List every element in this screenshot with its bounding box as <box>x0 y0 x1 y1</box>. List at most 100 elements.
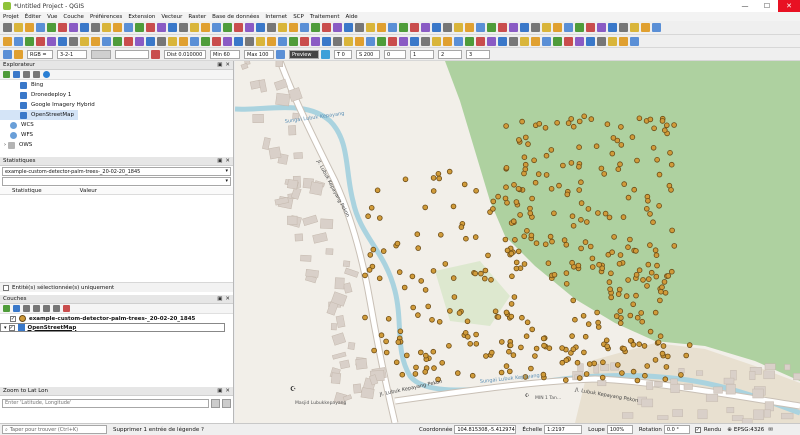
menu-vecteur[interactable]: Vecteur <box>161 14 182 20</box>
layer-row-osm[interactable]: ▾ ✓ OpenStreetMap <box>0 323 225 332</box>
palm-tree-point[interactable] <box>377 215 383 221</box>
toolbar-tool-icon[interactable] <box>14 23 23 32</box>
toolbar-tool-icon[interactable] <box>399 23 408 32</box>
band-set-field[interactable] <box>91 50 111 59</box>
palm-tree-point[interactable] <box>513 199 520 205</box>
palm-tree-point[interactable] <box>664 353 671 360</box>
palm-tree-point[interactable] <box>570 297 577 304</box>
toolbar-tool-icon[interactable] <box>212 37 221 46</box>
palm-tree-point[interactable] <box>582 239 589 245</box>
palm-tree-point[interactable] <box>515 248 522 255</box>
toolbar-tool-icon[interactable] <box>333 23 342 32</box>
palm-tree-point[interactable] <box>659 118 666 124</box>
palm-tree-point[interactable] <box>521 154 528 160</box>
palm-tree-point[interactable] <box>425 303 432 310</box>
palm-tree-point[interactable] <box>371 347 377 354</box>
close-icon[interactable]: ✕ <box>225 158 230 164</box>
palm-tree-point[interactable] <box>540 371 547 378</box>
palm-tree-point[interactable] <box>642 372 648 379</box>
palm-tree-point[interactable] <box>661 279 668 285</box>
palm-tree-point[interactable] <box>633 248 639 254</box>
palm-tree-point[interactable] <box>561 237 568 243</box>
palm-tree-point[interactable] <box>511 182 517 188</box>
palm-tree-point[interactable] <box>589 255 596 262</box>
layer-visibility-checkbox[interactable]: ✓ <box>8 324 15 331</box>
palm-tree-point[interactable] <box>401 284 408 291</box>
palm-tree-point[interactable] <box>504 200 510 206</box>
palm-tree-point[interactable] <box>418 278 425 284</box>
palm-tree-point[interactable] <box>451 294 458 300</box>
float-icon[interactable]: ▣ <box>217 388 222 394</box>
filter-icon[interactable] <box>23 71 30 78</box>
filter-icon[interactable] <box>33 305 40 312</box>
toolbar-tool-icon[interactable] <box>454 23 463 32</box>
toolbar-tool-icon[interactable] <box>542 37 551 46</box>
palm-tree-point[interactable] <box>450 275 457 281</box>
explorer-item-ows[interactable]: › OWS <box>0 140 233 150</box>
palm-tree-point[interactable] <box>422 369 429 375</box>
toolbar-tool-icon[interactable] <box>597 23 606 32</box>
palm-tree-point[interactable] <box>665 273 672 279</box>
palm-tree-point[interactable] <box>366 267 373 273</box>
palm-tree-point[interactable] <box>562 377 569 383</box>
palm-tree-point[interactable] <box>614 362 621 368</box>
palm-tree-point[interactable] <box>574 359 581 366</box>
toolbar-tool-icon[interactable] <box>157 23 166 32</box>
toolbar-tool-icon[interactable] <box>410 23 419 32</box>
palm-tree-point[interactable] <box>442 261 449 267</box>
palm-tree-point[interactable] <box>645 198 651 204</box>
palm-tree-point[interactable] <box>644 363 651 369</box>
toolbar-tool-icon[interactable] <box>443 23 452 32</box>
palm-tree-point[interactable] <box>506 368 513 375</box>
toolbar-tool-icon[interactable] <box>476 37 485 46</box>
palm-tree-point[interactable] <box>551 272 558 278</box>
palm-tree-point[interactable] <box>564 191 571 198</box>
palm-tree-point[interactable] <box>414 231 421 238</box>
palm-tree-point[interactable] <box>599 374 606 381</box>
palm-tree-point[interactable] <box>394 240 401 247</box>
palm-tree-point[interactable] <box>638 310 645 316</box>
menu-editer[interactable]: Éditer <box>25 14 41 20</box>
palm-tree-point[interactable] <box>668 268 675 275</box>
palm-tree-point[interactable] <box>602 210 609 217</box>
palm-tree-point[interactable] <box>647 328 654 335</box>
palm-tree-point[interactable] <box>578 179 584 185</box>
toolbar-tool-icon[interactable] <box>146 23 155 32</box>
roi-icon[interactable] <box>151 50 160 59</box>
toolbar-tool-icon[interactable] <box>366 37 375 46</box>
palm-tree-point[interactable] <box>659 284 665 291</box>
palm-tree-point[interactable] <box>606 279 613 285</box>
toolbar-tool-icon[interactable] <box>25 23 34 32</box>
palm-tree-point[interactable] <box>413 364 419 371</box>
palm-tree-point[interactable] <box>513 259 520 266</box>
palm-tree-point[interactable] <box>617 252 624 258</box>
toolbar-tool-icon[interactable] <box>256 37 265 46</box>
palm-tree-point[interactable] <box>656 171 663 178</box>
palm-tree-point[interactable] <box>621 181 628 187</box>
toolbar-tool-icon[interactable] <box>289 23 298 32</box>
min-field[interactable]: Min 60 <box>210 50 240 59</box>
palm-tree-point[interactable] <box>473 188 479 194</box>
palm-tree-point[interactable] <box>647 211 653 217</box>
palm-tree-point[interactable] <box>430 268 437 274</box>
palm-tree-point[interactable] <box>653 252 660 259</box>
menu-couche[interactable]: Couche <box>63 14 84 20</box>
magnifier-field[interactable]: 100% <box>606 425 633 434</box>
toolbar-tool-icon[interactable] <box>322 37 331 46</box>
palm-tree-point[interactable] <box>399 371 406 378</box>
toolbar-tool-icon[interactable] <box>113 37 122 46</box>
palm-tree-point[interactable] <box>651 125 657 132</box>
toolbar-tool-icon[interactable] <box>553 37 562 46</box>
palm-tree-point[interactable] <box>508 250 515 257</box>
toolbar-tool-icon[interactable] <box>564 37 573 46</box>
palm-tree-point[interactable] <box>430 188 437 194</box>
palm-tree-point[interactable] <box>528 232 535 239</box>
palm-tree-point[interactable] <box>528 365 534 372</box>
palm-tree-point[interactable] <box>409 273 416 280</box>
toolbar-tool-icon[interactable] <box>498 23 507 32</box>
palm-tree-point[interactable] <box>671 122 677 128</box>
palm-tree-point[interactable] <box>383 349 390 356</box>
palm-tree-point[interactable] <box>431 365 437 371</box>
toolbar-tool-icon[interactable] <box>223 23 232 32</box>
toolbar-tool-icon[interactable] <box>179 23 188 32</box>
